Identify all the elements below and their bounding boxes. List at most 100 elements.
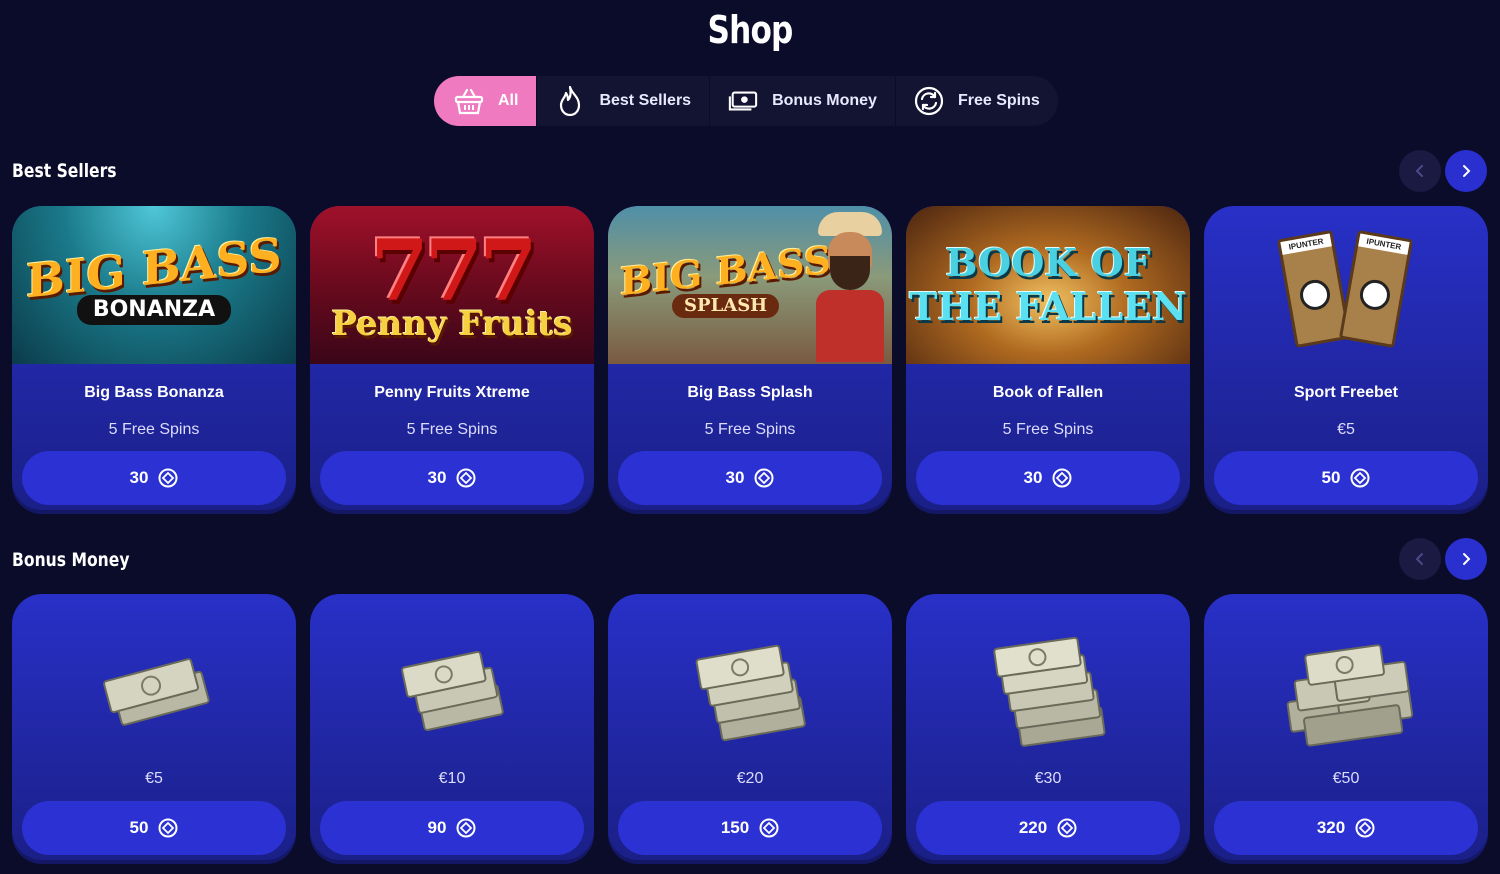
buy-button[interactable]: 320 [1214, 801, 1478, 855]
fisherman-illustration [814, 212, 884, 362]
cash-stack-icon [310, 614, 594, 764]
card-reward: €5 [145, 770, 163, 787]
best-sellers-row: BIG BASS BONANZA Big Bass Bonanza 5 Free… [12, 206, 1488, 514]
chevron-left-icon [1415, 165, 1423, 177]
best-sellers-prev-button[interactable] [1399, 150, 1441, 192]
product-card[interactable]: €5 50 [12, 594, 296, 864]
chevron-right-icon [1463, 165, 1471, 177]
tab-bonus-money[interactable]: Bonus Money [710, 76, 896, 126]
ticket-icon: IPUNTER [1338, 229, 1414, 349]
thumbnail-logo-text: BIG BASS [620, 236, 832, 305]
card-reward: €5 [1337, 421, 1355, 438]
card-title: Big Bass Splash [687, 384, 813, 401]
page-title: Shop [707, 8, 793, 52]
product-card[interactable]: BIG BASS BONANZA Big Bass Bonanza 5 Free… [12, 206, 296, 514]
product-card[interactable]: BOOK OF THE FALLEN Book of Fallen 5 Free… [906, 206, 1190, 514]
coin-icon [158, 468, 178, 488]
coin-icon [759, 818, 779, 838]
card-reward: €20 [736, 770, 764, 787]
card-title: Big Bass Bonanza [84, 384, 224, 401]
price-value: 30 [725, 468, 745, 487]
refresh-icon [914, 86, 944, 116]
buy-button[interactable]: 150 [618, 801, 882, 855]
tab-all[interactable]: All [434, 76, 538, 126]
card-reward: 5 Free Spins [108, 421, 200, 438]
game-thumbnail: 777 Penny Fruits [310, 206, 594, 364]
tab-label: Free Spins [957, 92, 1040, 109]
price-value: 90 [427, 818, 447, 837]
price-value: 220 [1018, 818, 1048, 837]
freebet-thumbnail: IPUNTER IPUNTER [1204, 206, 1488, 364]
thumbnail-logo-text: BIG BASS [26, 227, 282, 309]
coin-icon [1052, 468, 1072, 488]
game-thumbnail: BIG BASS BONANZA [12, 206, 296, 364]
football-icon [1357, 277, 1393, 313]
tab-label: Bonus Money [772, 92, 877, 109]
tab-label: Best Sellers [599, 92, 692, 109]
bonus-money-next-button[interactable] [1445, 538, 1487, 580]
thumbnail-logo-subtext: THE FALLEN [909, 284, 1187, 329]
price-value: 150 [720, 818, 750, 837]
buy-button[interactable]: 30 [320, 451, 584, 505]
coin-icon [754, 468, 774, 488]
tab-best-sellers[interactable]: Best Sellers [537, 76, 711, 126]
product-card[interactable]: BIG BASS SPLASH Big Bass Splash 5 Free S… [608, 206, 892, 514]
tab-label: All [498, 92, 519, 109]
game-thumbnail: BOOK OF THE FALLEN [906, 206, 1190, 364]
bonus-money-row: €5 50 €10 90 €20 150 €30 220 €50 320 [12, 594, 1488, 864]
buy-button[interactable]: 90 [320, 801, 584, 855]
cash-stack-icon [1204, 614, 1488, 764]
chevron-left-icon [1415, 553, 1423, 565]
card-reward: 5 Free Spins [406, 421, 498, 438]
tab-free-spins[interactable]: Free Spins [896, 76, 1058, 126]
product-card[interactable]: IPUNTER IPUNTER Sport Freebet €5 50 [1204, 206, 1488, 514]
game-thumbnail: BIG BASS SPLASH [608, 206, 892, 364]
cash-stack-icon [608, 614, 892, 764]
ticket-brand: IPUNTER [1280, 233, 1332, 255]
product-card[interactable]: €20 150 [608, 594, 892, 864]
product-card[interactable]: €50 320 [1204, 594, 1488, 864]
coin-icon [158, 818, 178, 838]
basket-icon [454, 86, 484, 116]
buy-button[interactable]: 50 [1214, 451, 1478, 505]
card-reward: €10 [438, 770, 466, 787]
banknote-icon [728, 86, 758, 116]
football-icon [1297, 277, 1333, 313]
buy-button[interactable]: 220 [916, 801, 1180, 855]
buy-button[interactable]: 50 [22, 801, 286, 855]
coin-icon [456, 818, 476, 838]
product-card[interactable]: €10 90 [310, 594, 594, 864]
flame-icon [555, 85, 585, 117]
thumbnail-logo-subtext: SPLASH [672, 294, 780, 318]
price-value: 30 [427, 468, 447, 487]
buy-button[interactable]: 30 [22, 451, 286, 505]
card-title: Penny Fruits Xtreme [374, 384, 530, 401]
category-tabs: All Best Sellers Bonus Money Free Spins [434, 76, 1058, 126]
product-card[interactable]: €30 220 [906, 594, 1190, 864]
section-title-bonus-money: Bonus Money [12, 549, 130, 571]
price-value: 320 [1316, 818, 1346, 837]
thumbnail-logo-subtext: Penny Fruits [331, 304, 573, 344]
price-value: 30 [1023, 468, 1043, 487]
coin-icon [1350, 468, 1370, 488]
price-value: 50 [1321, 468, 1341, 487]
product-card[interactable]: 777 Penny Fruits Penny Fruits Xtreme 5 F… [310, 206, 594, 514]
price-value: 50 [129, 818, 149, 837]
coin-icon [456, 468, 476, 488]
card-reward: €50 [1332, 770, 1360, 787]
chevron-right-icon [1463, 553, 1471, 565]
card-title: Sport Freebet [1293, 384, 1398, 401]
coin-icon [1057, 818, 1077, 838]
card-title: Book of Fallen [992, 384, 1104, 401]
card-reward: 5 Free Spins [704, 421, 796, 438]
thumbnail-logo-text: 777 [370, 221, 537, 320]
card-reward: 5 Free Spins [1002, 421, 1094, 438]
best-sellers-next-button[interactable] [1445, 150, 1487, 192]
card-reward: €30 [1034, 770, 1062, 787]
cash-stack-icon [906, 614, 1190, 764]
ticket-brand: IPUNTER [1358, 233, 1410, 255]
section-title-best-sellers: Best Sellers [12, 160, 117, 182]
buy-button[interactable]: 30 [916, 451, 1180, 505]
bonus-money-prev-button[interactable] [1399, 538, 1441, 580]
buy-button[interactable]: 30 [618, 451, 882, 505]
